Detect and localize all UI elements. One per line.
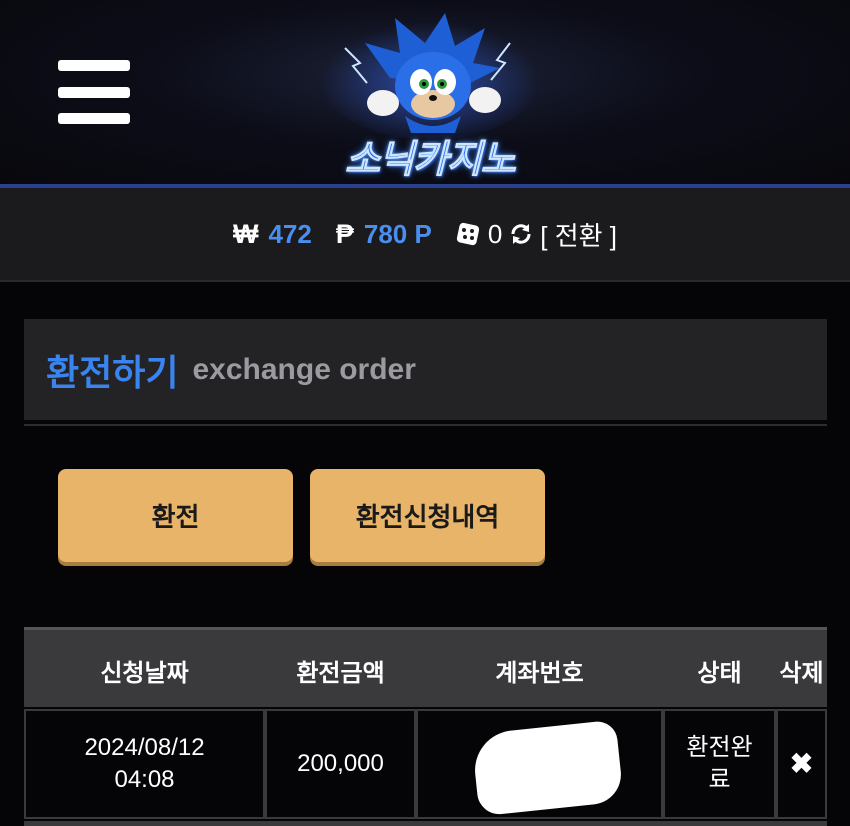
row-delete-cell: ✖ <box>776 709 827 819</box>
table-row-divider <box>24 821 827 826</box>
delete-icon[interactable]: ✖ <box>790 745 813 783</box>
header-delete: 삭제 <box>779 658 824 687</box>
exchange-history-button[interactable]: 환전신청내역 <box>310 469 545 562</box>
table-header: 신청날짜 환전금액 계좌번호 상태 삭제 <box>24 627 827 707</box>
row-date: 2024/08/12 04:08 <box>24 709 265 819</box>
balance-bar: ₩ 472 ₱ 780 P 0 [ 전환 ] <box>0 188 850 282</box>
table-row: 2024/08/12 04:08 200,000 환전완 료 ✖ <box>24 709 827 819</box>
cash-balance-value: 472 <box>268 218 312 249</box>
header-account: 계좌번호 <box>495 658 584 687</box>
row-status: 환전완 료 <box>663 709 776 819</box>
row-date-time: 04:08 <box>114 766 175 793</box>
row-status-line2: 료 <box>708 766 731 793</box>
header-amount: 환전금액 <box>296 658 385 687</box>
refresh-icon[interactable] <box>508 221 534 247</box>
dice-balance-value: 0 <box>487 218 503 249</box>
point-balance: ₱ 780 P <box>336 219 432 250</box>
hamburger-menu-icon[interactable] <box>58 60 132 126</box>
won-icon: ₩ <box>232 218 259 249</box>
page-subtitle: exchange order <box>192 352 416 386</box>
sonic-mascot-icon <box>320 13 540 138</box>
exchange-table: 신청날짜 환전금액 계좌번호 상태 삭제 2024/08/12 04:08 20… <box>24 627 827 826</box>
page-title-box: 환전하기 exchange order <box>24 319 827 420</box>
site-logo[interactable]: 소닉카지노 <box>305 8 555 182</box>
header-status: 상태 <box>697 658 742 687</box>
dice-balance: 0 [ 전환 ] <box>456 216 617 253</box>
header-date: 신청날짜 <box>100 658 189 687</box>
logo-text: 소닉카지노 <box>345 137 517 182</box>
point-icon: ₱ <box>335 218 354 249</box>
cash-balance: ₩ 472 <box>233 219 312 250</box>
dice-icon <box>456 222 479 246</box>
row-date-day: 2024/08/12 <box>84 733 205 761</box>
title-divider <box>24 424 827 426</box>
exchange-button[interactable]: 환전 <box>58 469 293 562</box>
convert-link[interactable]: [ 전환 ] <box>540 216 617 253</box>
page-title: 환전하기 <box>46 352 179 394</box>
point-balance-value: 780 P <box>363 218 432 249</box>
row-status-line1: 환전완 <box>686 733 753 761</box>
site-header: 소닉카지노 <box>0 0 850 186</box>
row-amount: 200,000 <box>265 709 416 819</box>
